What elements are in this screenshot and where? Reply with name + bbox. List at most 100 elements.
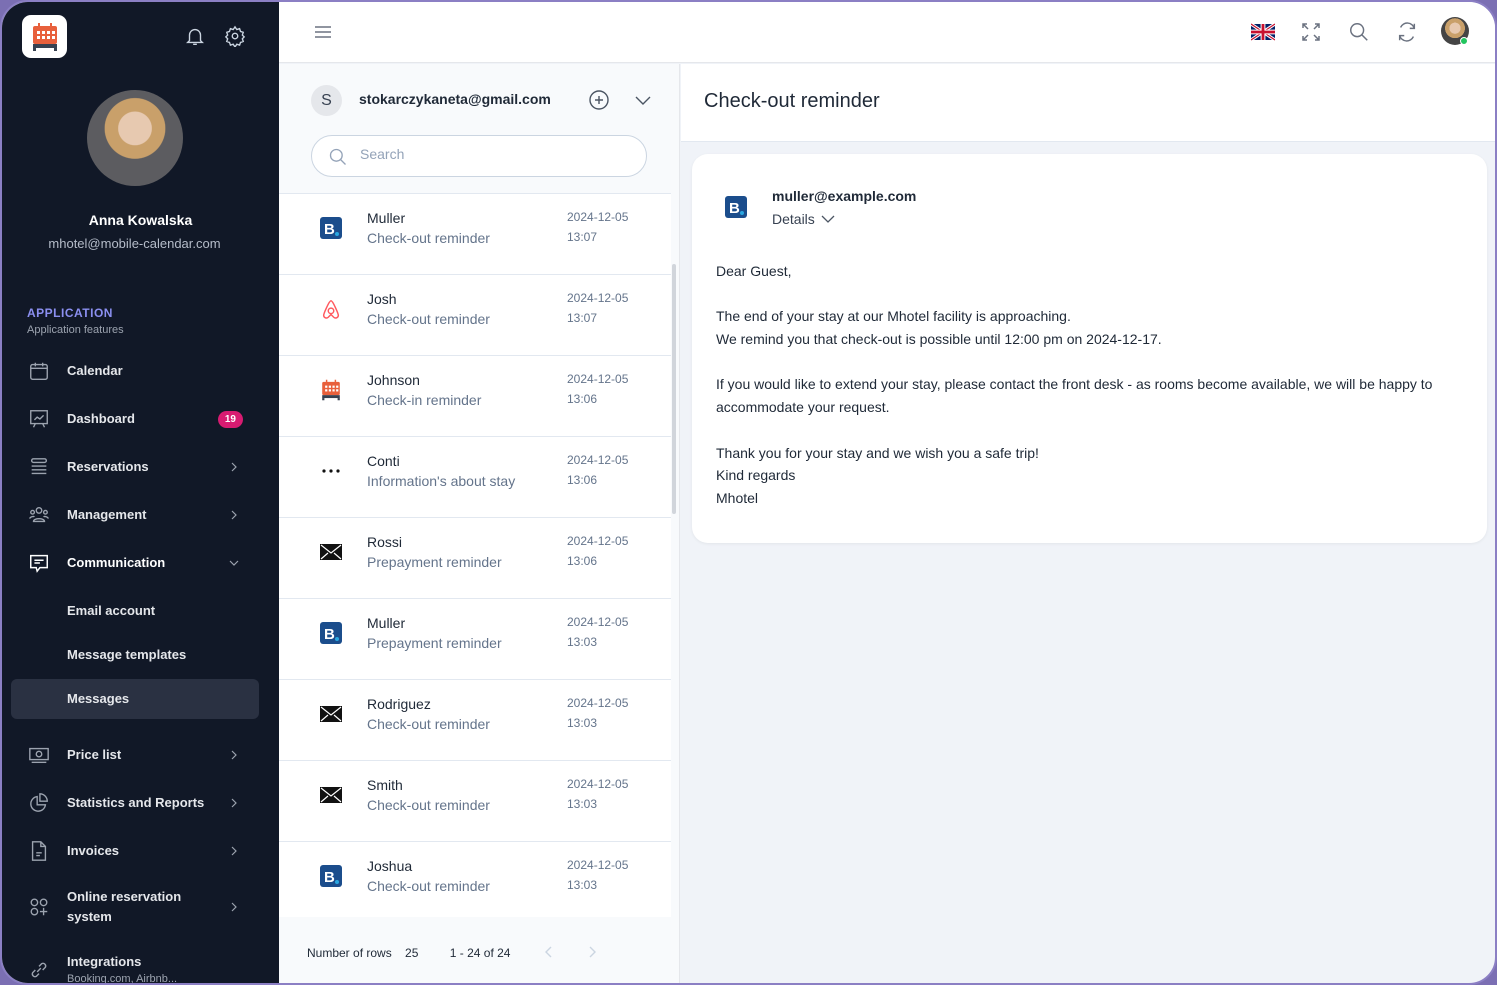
people-icon [27, 503, 51, 527]
envelope-icon [319, 540, 343, 564]
message-row[interactable]: B Muller Prepayment reminder 2024-12-05 … [279, 599, 671, 680]
message-body: Dear Guest, The end of your stay at our … [716, 260, 1456, 510]
rows-label: Number of rows [307, 946, 392, 960]
sidebar-item-communication[interactable]: Communication [11, 543, 259, 583]
sidebar: Anna Kowalska mhotel@mobile-calendar.com… [2, 2, 279, 983]
user-avatar[interactable] [87, 90, 183, 186]
message-sender: Rodriguez [367, 696, 431, 712]
chevron-right-icon [231, 902, 237, 912]
section-subtitle: Application features [27, 324, 124, 336]
sidebar-item-label: Online reservation system [67, 889, 182, 924]
bell-icon[interactable] [183, 24, 207, 48]
svg-text:B: B [729, 200, 740, 217]
message-subject: Prepayment reminder [367, 554, 502, 570]
message-subject: Check-out reminder [367, 311, 490, 327]
chevron-down-icon [821, 215, 835, 223]
body-line: We remind you that check-out is possible… [716, 331, 1162, 348]
message-row[interactable]: Josh Check-out reminder 2024-12-05 13:07 [279, 275, 671, 356]
sidebar-item-reservations[interactable]: Reservations [11, 447, 259, 487]
message-list: B Muller Check-out reminder 2024-12-05 1… [279, 193, 671, 917]
sidebar-item-label: Price list [67, 747, 122, 762]
envelope-icon [319, 783, 343, 807]
app-logo[interactable] [22, 15, 67, 58]
message-card: B muller@example.com Details Dear Guest,… [692, 154, 1487, 543]
message-time: 13:03 [567, 635, 598, 649]
message-row[interactable]: Conti Information's about stay 2024-12-0… [279, 437, 671, 518]
sidebar-item-label: Email account [67, 603, 156, 618]
booking-icon: B [319, 621, 343, 645]
message-time: 13:03 [567, 878, 598, 892]
chevron-right-icon [231, 462, 237, 472]
chevron-right-icon [231, 798, 237, 808]
sender-email: muller@example.com [772, 188, 917, 204]
chevron-right-icon [231, 510, 237, 520]
message-sender: Rossi [367, 534, 403, 550]
uk-flag-icon[interactable] [1250, 19, 1276, 45]
sidebar-item-label: Reservations [67, 459, 149, 474]
message-date: 2024-12-05 [567, 291, 629, 305]
message-subject: Check-out reminder [367, 230, 490, 246]
message-row[interactable]: Rossi Prepayment reminder 2024-12-05 13:… [279, 518, 671, 599]
message-row[interactable]: Johnson Check-in reminder 2024-12-05 13:… [279, 356, 671, 437]
booking-icon: B [725, 196, 747, 223]
message-row[interactable]: B Muller Check-out reminder 2024-12-05 1… [279, 194, 671, 275]
sidebar-item-label: Statistics and Reports [67, 795, 205, 810]
chevron-right-icon [231, 750, 237, 760]
sidebar-item-integrations[interactable]: Integrations Booking.com, Airbnb... [11, 948, 259, 983]
message-row[interactable]: Smith Check-out reminder 2024-12-05 13:0… [279, 761, 671, 842]
message-subject: Check-out reminder [367, 716, 490, 732]
refresh-icon[interactable] [1394, 19, 1420, 45]
booking-icon: B [319, 864, 343, 888]
prev-page-icon[interactable] [544, 946, 554, 961]
chevron-down-icon [229, 560, 239, 566]
menu-icon[interactable] [310, 19, 336, 45]
sidebar-item-management[interactable]: Management [11, 495, 259, 535]
add-account-icon[interactable] [587, 88, 611, 117]
message-date: 2024-12-05 [567, 696, 629, 710]
message-date: 2024-12-05 [567, 858, 629, 872]
message-date: 2024-12-05 [567, 777, 629, 791]
sidebar-item-online-reservation[interactable]: Online reservation system [11, 882, 259, 932]
sidebar-item-statistics[interactable]: Statistics and Reports [11, 783, 259, 823]
money-icon [27, 743, 51, 767]
list-scrollbar[interactable] [672, 264, 676, 514]
body-greeting: Dear Guest, [716, 263, 792, 279]
sidebar-item-label: Calendar [67, 363, 123, 378]
body-line: If you would like to extend your stay, p… [716, 376, 1433, 416]
rows-per-page-select[interactable]: 25 [405, 946, 418, 960]
search-box [311, 135, 647, 177]
sidebar-item-label: Communication [67, 555, 166, 570]
envelope-icon [319, 702, 343, 726]
message-list-pane: S stokarczykaneta@gmail.com B Muller Che… [279, 64, 680, 983]
search-input[interactable] [360, 146, 630, 162]
sidebar-item-invoices[interactable]: Invoices [11, 831, 259, 871]
chevron-right-icon [231, 846, 237, 856]
sidebar-item-dashboard[interactable]: Dashboard 19 [11, 399, 259, 439]
notification-badge: 19 [217, 410, 243, 428]
gear-icon[interactable] [223, 24, 247, 48]
sidebar-item-calendar[interactable]: Calendar [11, 351, 259, 391]
next-page-icon[interactable] [587, 946, 597, 961]
details-toggle[interactable]: Details [772, 211, 835, 227]
message-subject: Prepayment reminder [367, 635, 502, 651]
message-sender: Conti [367, 453, 400, 469]
message-sender: Smith [367, 777, 403, 793]
sidebar-item-message-templates[interactable]: Message templates [11, 635, 259, 675]
app-window: Anna Kowalska mhotel@mobile-calendar.com… [0, 0, 1497, 985]
message-detail-header: Check-out reminder [681, 64, 1495, 142]
message-date: 2024-12-05 [567, 210, 629, 224]
sidebar-item-email-account[interactable]: Email account [11, 591, 259, 631]
account-email[interactable]: stokarczykaneta@gmail.com [359, 91, 551, 107]
account-dropdown-chevron-icon[interactable] [633, 90, 653, 115]
message-time: 13:06 [567, 392, 598, 406]
page-range: 1 - 24 of 24 [449, 946, 511, 960]
message-row[interactable]: B Joshua Check-out reminder 2024-12-05 1… [279, 842, 671, 917]
search-icon[interactable] [1346, 19, 1372, 45]
booking-icon: B [319, 216, 343, 240]
sidebar-item-price-list[interactable]: Price list [11, 735, 259, 775]
fullscreen-icon[interactable] [1298, 19, 1324, 45]
sidebar-item-messages[interactable]: Messages [11, 679, 259, 719]
message-row[interactable]: Rodriguez Check-out reminder 2024-12-05 … [279, 680, 671, 761]
message-sender: Josh [367, 291, 397, 307]
svg-text:B: B [324, 221, 335, 238]
